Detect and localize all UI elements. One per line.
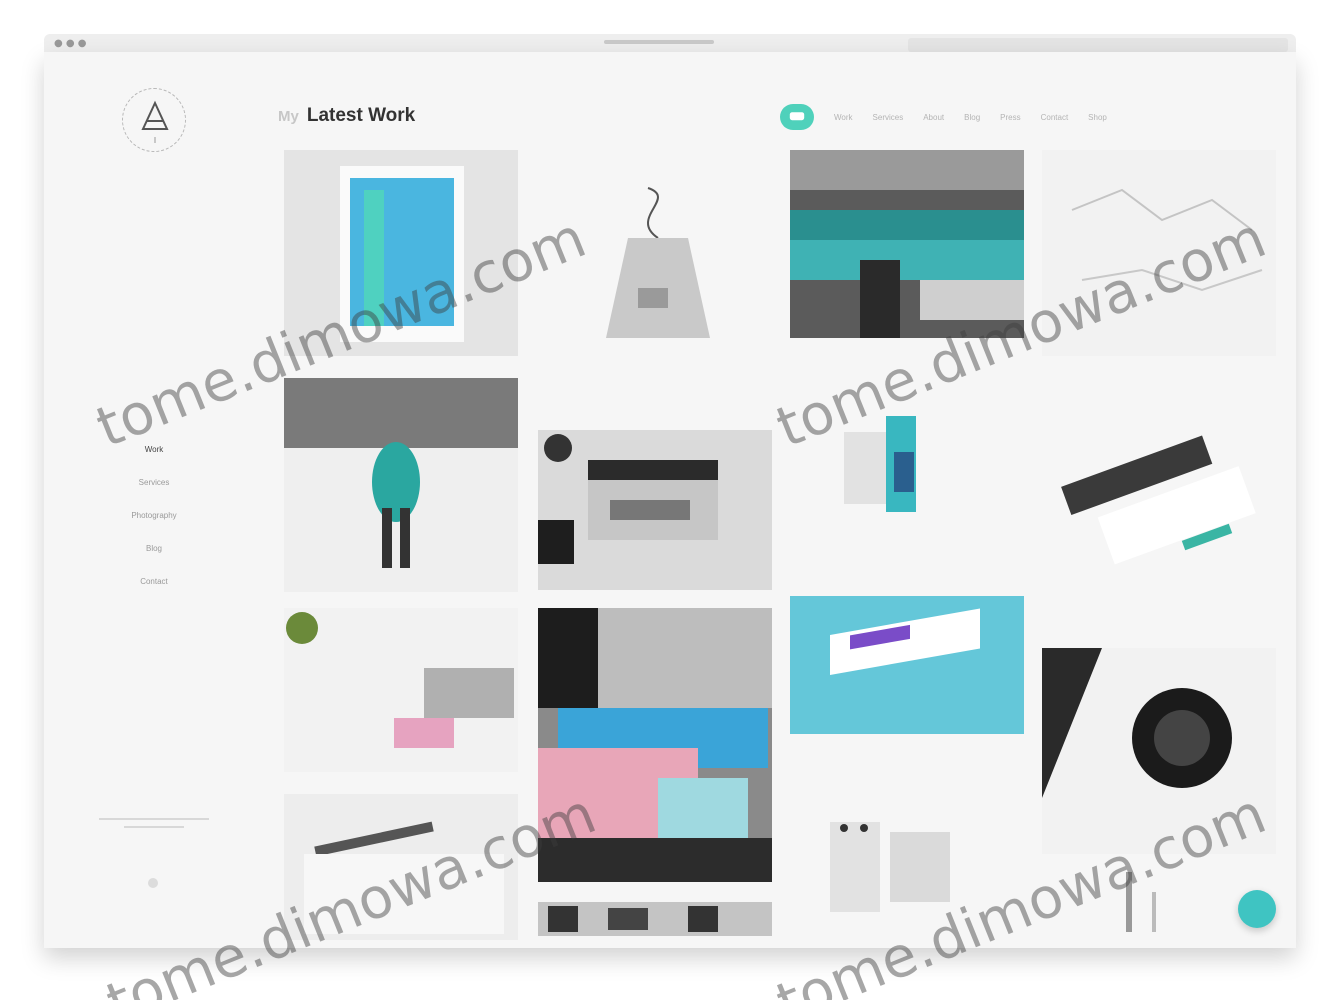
logo-icon[interactable] bbox=[122, 88, 186, 152]
portfolio-tile-lake[interactable] bbox=[790, 150, 1024, 338]
topnav-link-services[interactable]: Services bbox=[873, 113, 904, 122]
portfolio-tile-poster[interactable] bbox=[790, 812, 1024, 932]
portfolio-tile-notebook[interactable] bbox=[284, 794, 518, 940]
sidebar-footer bbox=[92, 812, 216, 834]
sidebar-nav: Work Services Photography Blog Contact bbox=[106, 440, 202, 605]
sidebar-item-blog[interactable]: Blog bbox=[106, 539, 202, 572]
window-toolbar bbox=[908, 38, 1288, 52]
footer-divider bbox=[99, 818, 209, 820]
sidebar-item-contact[interactable]: Contact bbox=[106, 572, 202, 605]
portfolio-tile-tablet[interactable] bbox=[284, 150, 518, 356]
topnav-link-about[interactable]: About bbox=[923, 113, 944, 122]
topnav-link-contact[interactable]: Contact bbox=[1041, 113, 1069, 122]
social-icon[interactable] bbox=[148, 878, 158, 888]
topnav-link-press[interactable]: Press bbox=[1000, 113, 1020, 122]
topnav-link-shop[interactable]: Shop bbox=[1088, 113, 1107, 122]
page-title-text: Latest Work bbox=[306, 105, 416, 126]
screenshot: ● ● ● Work Services Photography Blog Con… bbox=[0, 0, 1336, 1000]
window-controls-icon[interactable]: ● ● ● bbox=[54, 38, 87, 49]
page-title-prefix: My bbox=[278, 107, 299, 125]
chat-icon[interactable] bbox=[780, 104, 814, 130]
footer-divider bbox=[124, 826, 184, 828]
portfolio-tile-website[interactable] bbox=[790, 596, 1024, 734]
sidebar: Work Services Photography Blog Contact bbox=[44, 52, 264, 948]
topnav-link-blog[interactable]: Blog bbox=[964, 113, 980, 122]
top-navigation: Work Services About Blog Press Contact S… bbox=[780, 104, 1107, 130]
portfolio-tile-business-card[interactable] bbox=[1042, 422, 1276, 572]
portfolio-tile-workspace[interactable] bbox=[284, 608, 518, 772]
sidebar-item-services[interactable]: Services bbox=[106, 473, 202, 506]
circle-action-icon[interactable] bbox=[1238, 890, 1276, 928]
sidebar-item-photography[interactable]: Photography bbox=[106, 506, 202, 539]
page-title: My Latest Work bbox=[278, 102, 415, 130]
portfolio-tile-hiker[interactable] bbox=[284, 378, 518, 592]
topnav-link-work[interactable]: Work bbox=[834, 113, 853, 122]
portfolio-tile-camera[interactable] bbox=[1042, 648, 1276, 854]
app-window: Work Services Photography Blog Contact M… bbox=[44, 52, 1296, 948]
portfolio-tile-bag[interactable] bbox=[538, 178, 772, 372]
sidebar-item-work[interactable]: Work bbox=[106, 440, 202, 473]
address-bar[interactable] bbox=[604, 40, 714, 44]
portfolio-tile-laptop[interactable] bbox=[538, 430, 772, 590]
portfolio-tile-packaging[interactable] bbox=[790, 392, 1024, 572]
portfolio-tile-pattern[interactable] bbox=[538, 902, 772, 936]
portfolio-tile-flatlay[interactable] bbox=[538, 608, 772, 882]
portfolio-tile-sketch[interactable] bbox=[1042, 150, 1276, 356]
